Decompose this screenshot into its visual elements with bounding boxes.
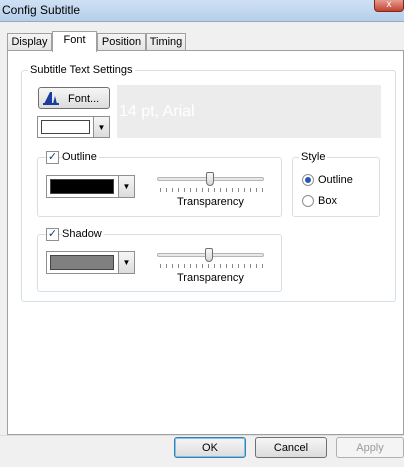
- tab-label: Font: [63, 34, 86, 46]
- shadow-checkbox[interactable]: ✓: [46, 228, 59, 241]
- window-title: Config Subtitle: [2, 3, 81, 17]
- slider-ticks: [160, 188, 264, 192]
- outline-transparency-label: Transparency: [177, 196, 244, 208]
- shadow-transparency-slider[interactable]: [205, 248, 213, 262]
- style-group: Style: [292, 150, 380, 217]
- font-color-dropdown[interactable]: ▼: [37, 116, 110, 138]
- tab-label: Timing: [149, 36, 183, 48]
- tab-label: Position: [101, 36, 142, 48]
- tab-position[interactable]: Position: [97, 33, 146, 51]
- divider: [0, 435, 404, 436]
- radio-selected-dot: [305, 177, 311, 183]
- font-color-swatch: [41, 120, 90, 134]
- chevron-down-icon: ▼: [93, 117, 109, 137]
- outline-color-swatch: [50, 179, 114, 194]
- outline-checkbox[interactable]: ✓: [46, 151, 59, 164]
- group-legend: Style: [299, 150, 328, 164]
- tab-label: Display: [11, 36, 48, 48]
- shadow-transparency-label: Transparency: [177, 272, 244, 284]
- chevron-down-icon: ▼: [118, 252, 134, 273]
- style-box-label: Box: [318, 195, 337, 207]
- font-preview: 14 pt, Arial: [117, 85, 381, 138]
- title-bar: Config Subtitle x: [0, 0, 404, 22]
- outline-checkbox-label: Outline: [62, 150, 99, 164]
- font-button-label: Font...: [68, 93, 100, 105]
- group-legend: Subtitle Text Settings: [28, 63, 135, 77]
- outline-color-dropdown[interactable]: ▼: [46, 175, 135, 198]
- font-glyph-icon: [43, 92, 59, 105]
- apply-button[interactable]: Apply: [336, 437, 404, 458]
- close-button[interactable]: x: [374, 0, 404, 12]
- ok-button[interactable]: OK: [174, 437, 246, 458]
- slider-ticks: [160, 264, 264, 268]
- tab-font[interactable]: Font: [52, 31, 97, 52]
- cancel-button[interactable]: Cancel: [255, 437, 327, 458]
- ok-button-label: OK: [202, 442, 218, 454]
- preview-text: 14 pt, Arial: [119, 103, 195, 120]
- shadow-color-dropdown[interactable]: ▼: [46, 251, 135, 274]
- close-icon: x: [386, 0, 392, 10]
- style-outline-radio[interactable]: [302, 174, 314, 186]
- apply-button-label: Apply: [356, 442, 384, 454]
- style-outline-label: Outline: [318, 174, 353, 186]
- outline-transparency-slider[interactable]: [206, 172, 214, 186]
- shadow-color-swatch: [50, 255, 114, 270]
- tab-timing[interactable]: Timing: [146, 33, 186, 51]
- font-button[interactable]: Font...: [38, 87, 110, 109]
- chevron-down-icon: ▼: [118, 176, 134, 197]
- shadow-checkbox-label: Shadow: [62, 227, 104, 241]
- tab-display[interactable]: Display: [7, 33, 52, 51]
- cancel-button-label: Cancel: [273, 442, 309, 454]
- style-box-radio[interactable]: [302, 195, 314, 207]
